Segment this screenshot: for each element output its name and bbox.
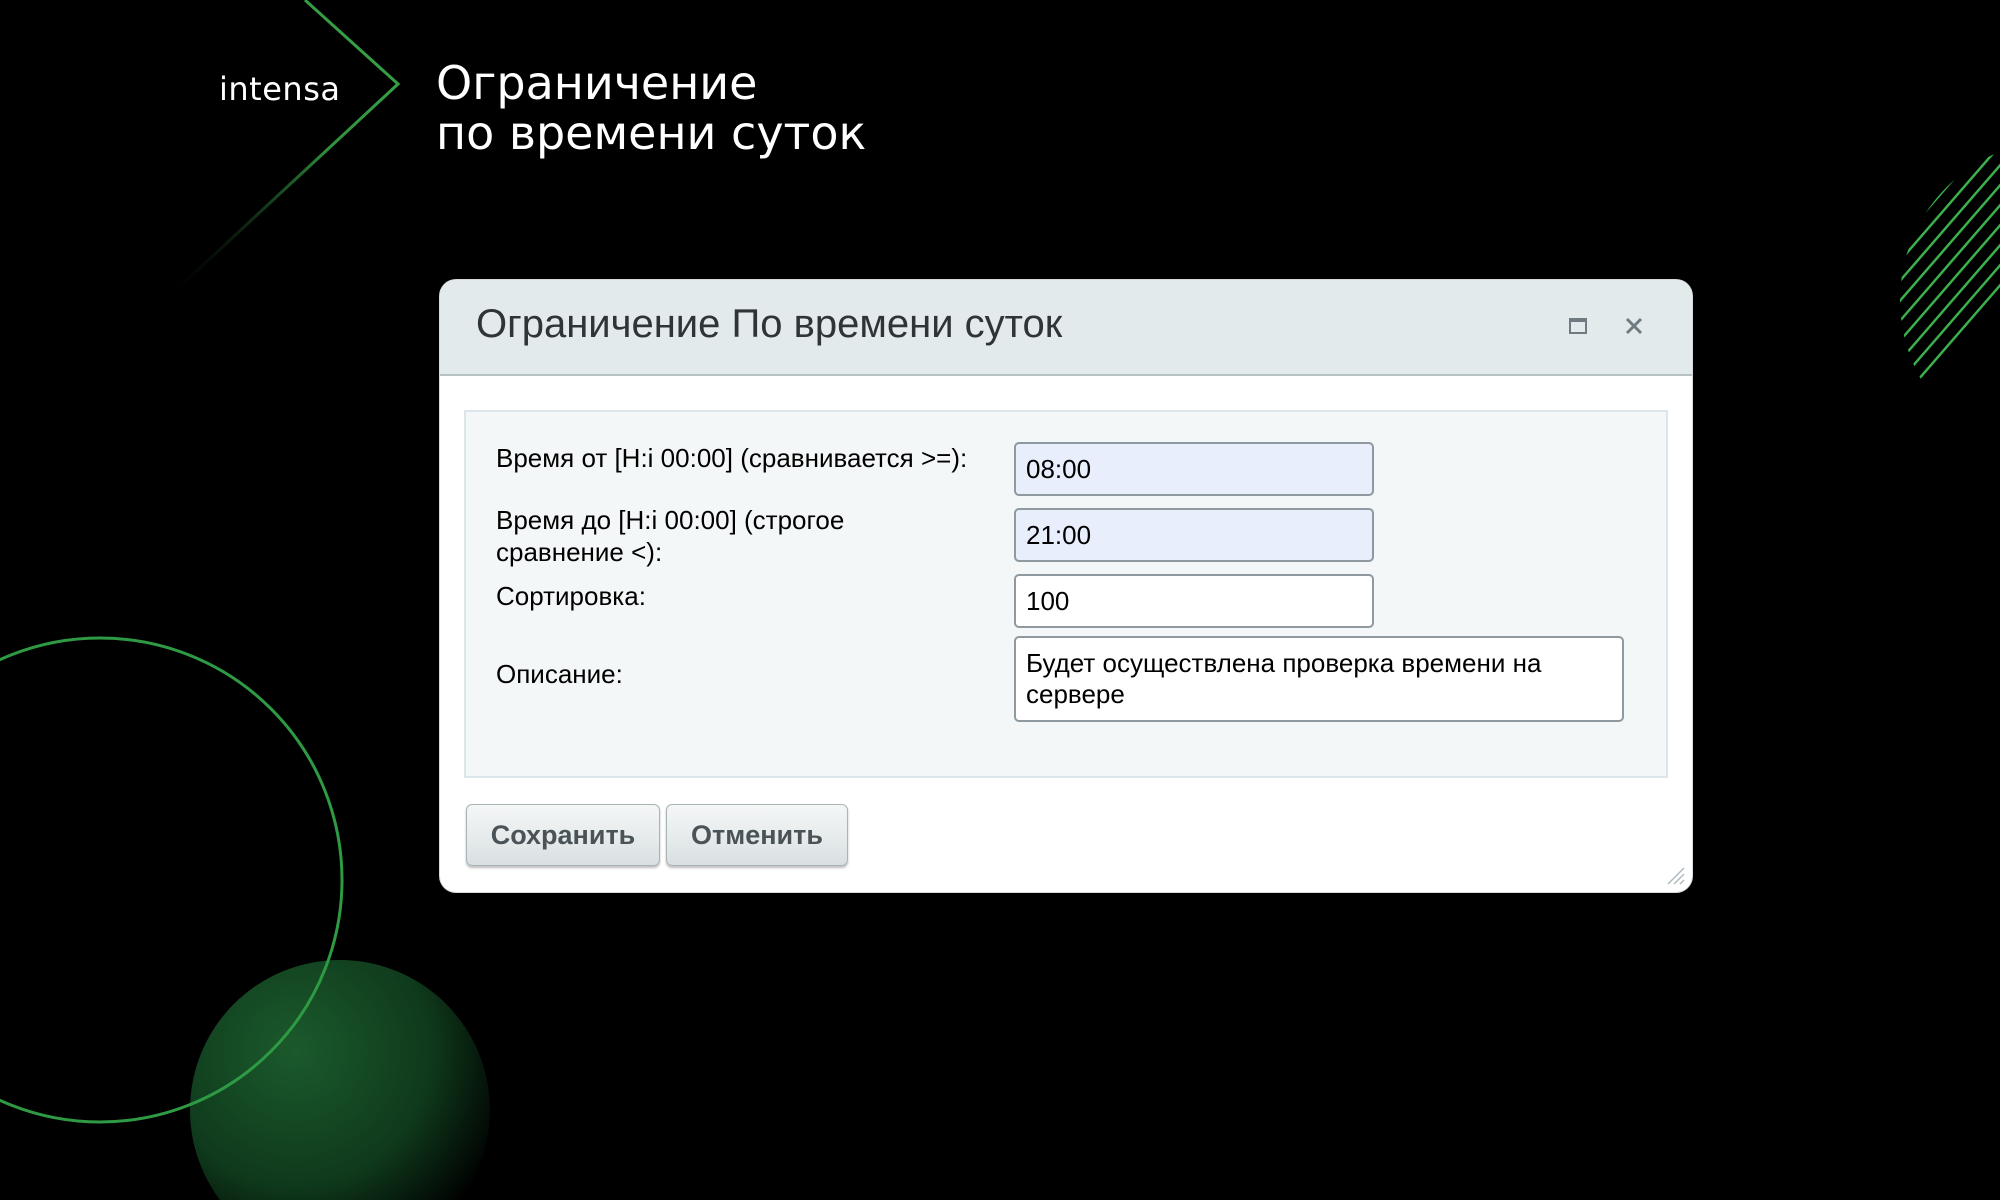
time-to-label-line2: сравнение <): <box>496 537 663 567</box>
time-to-label-line1: Время до [H:i 00:00] (строгое <box>496 505 845 535</box>
description-line1: Будет осуществлена проверка времени на <box>1026 648 1542 678</box>
close-button[interactable] <box>1614 306 1654 346</box>
description-label: Описание: <box>496 659 623 689</box>
dialog-header[interactable]: Ограничение По времени суток <box>440 280 1692 376</box>
save-button[interactable]: Сохранить <box>466 804 660 866</box>
description-textarea[interactable]: Будет осуществлена проверка времени на с… <box>1014 636 1624 722</box>
maximize-button[interactable] <box>1558 306 1598 346</box>
time-to-label: Время до [H:i 00:00] (строгое сравнение … <box>496 504 844 568</box>
slide-title-line1: Ограничение <box>436 56 758 110</box>
form-panel: Время от [H:i 00:00] (сравнивается >=): … <box>464 410 1668 778</box>
brand-logo: intensa <box>219 70 341 108</box>
sort-input[interactable] <box>1014 574 1374 628</box>
cancel-button[interactable]: Отменить <box>666 804 848 866</box>
time-from-input[interactable] <box>1014 442 1374 496</box>
resize-grip-icon[interactable] <box>1662 862 1686 886</box>
close-icon <box>1625 317 1643 335</box>
slide-title-line2: по времени суток <box>436 106 867 160</box>
description-line2: сервере <box>1026 679 1125 709</box>
time-from-label: Время от [H:i 00:00] (сравнивается >=): <box>496 443 968 473</box>
chevron-decoration <box>158 0 401 307</box>
stripes-decoration <box>1900 140 2000 460</box>
maximize-icon <box>1569 318 1587 334</box>
sort-label: Сортировка: <box>496 581 646 611</box>
restriction-dialog: Ограничение По времени суток Время от [H… <box>440 280 1692 892</box>
slide-title: Ограничение по времени суток <box>436 58 866 158</box>
dialog-title: Ограничение По времени суток <box>476 302 1063 346</box>
time-to-input[interactable] <box>1014 508 1374 562</box>
